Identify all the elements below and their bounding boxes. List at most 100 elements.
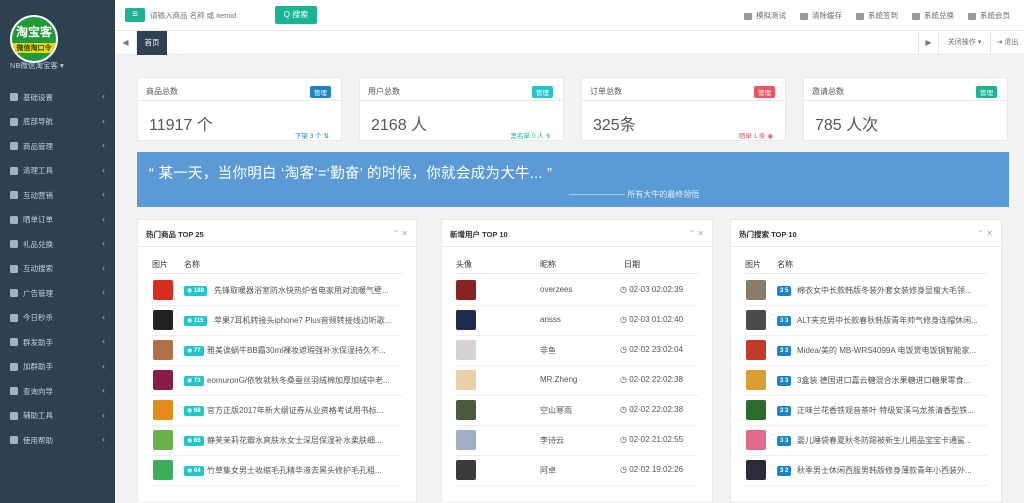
site-name-dropdown[interactable]: NB微信淘宝客 ▾ bbox=[10, 60, 64, 71]
product-name[interactable]: eomuronG/依牧就秋冬桑蚕丝羽绒棉加厚加绒中老... bbox=[207, 375, 404, 386]
user-nickname: MR.Zheng bbox=[540, 375, 578, 384]
stat-sub[interactable]: 下架 3 个 ⇅ bbox=[295, 130, 329, 140]
top-link[interactable]: 系统兑换 bbox=[912, 10, 954, 21]
search-input[interactable] bbox=[150, 8, 270, 22]
product-thumbnail[interactable] bbox=[153, 280, 173, 300]
table-row[interactable]: ◉ 115 苹果7耳机转接头iphone7 Plus音频转接线边听歌... bbox=[152, 306, 402, 336]
sidebar-item[interactable]: 清理工具 ‹ bbox=[0, 159, 115, 184]
logout-button[interactable]: ⇥ 退出 bbox=[990, 31, 1024, 55]
count-badge: ◉ 77 bbox=[184, 346, 204, 356]
product-thumbnail[interactable] bbox=[153, 430, 173, 450]
stat-sub[interactable]: 晒单 1 条 ◉ bbox=[739, 130, 773, 140]
collapse-icon[interactable]: ⌃ bbox=[977, 229, 984, 238]
manage-badge[interactable]: 管理 bbox=[532, 86, 553, 98]
table-row[interactable]: ◉ 73 eomuronG/依牧就秋冬桑蚕丝羽绒棉加厚加绒中老... bbox=[152, 366, 402, 396]
sidebar-item[interactable]: 互动搜索 ‹ bbox=[0, 257, 115, 282]
chevron-left-icon: ‹ bbox=[102, 91, 105, 101]
table-row[interactable]: 3 3 ALT夹克男中长款春秋韩版青年帅气修身连帽休闲... bbox=[745, 306, 987, 336]
search-name[interactable]: 正味兰花香铁观音茶叶 特级安溪乌龙茶清香型铁... bbox=[797, 405, 989, 416]
top-link[interactable]: 系统会员 bbox=[968, 10, 1010, 21]
menu-icon bbox=[10, 117, 18, 126]
product-name[interactable]: 雅美诶蜗牛BB霜30ml裸妆遮瑕强补水保湿持久不... bbox=[207, 345, 404, 356]
search-button[interactable]: Q 搜索 bbox=[275, 6, 317, 24]
product-thumbnail[interactable] bbox=[153, 460, 173, 480]
table-row[interactable]: ◉ 169 先锋取暖器浴室防水快热炉省电家用对流暖气壁... bbox=[152, 276, 402, 306]
product-thumbnail[interactable] bbox=[746, 340, 766, 360]
table-row[interactable]: 3 5 棉衣女中长款韩版冬装外套女装修身显瘦大毛领... bbox=[745, 276, 987, 306]
sidebar-item[interactable]: 查询向导 ‹ bbox=[0, 379, 115, 404]
product-name[interactable]: 苹果7耳机转接头iphone7 Plus音频转接线边听歌... bbox=[214, 315, 404, 326]
manage-badge[interactable]: 管理 bbox=[754, 86, 775, 98]
product-name[interactable]: 静芙茉莉花瓣水爽肤水女士深层保湿补水柔肤细... bbox=[207, 435, 404, 446]
product-thumbnail[interactable] bbox=[746, 370, 766, 390]
product-thumbnail[interactable] bbox=[153, 370, 173, 390]
stat-sub[interactable]: 黑名单 0 人 ↯ bbox=[511, 130, 551, 140]
tab-scroll-right-button[interactable]: ▶ bbox=[918, 31, 938, 55]
table-row[interactable]: 3 3 婴儿睡袋春夏秋冬防踢被新生儿用品宝宝卡通鲨... bbox=[745, 426, 987, 456]
sidebar-item[interactable]: 今日秒杀 ‹ bbox=[0, 306, 115, 331]
top-link[interactable]: 清除缓存 bbox=[800, 10, 842, 21]
menu-icon bbox=[10, 338, 18, 347]
sidebar-item[interactable]: 使用帮助 ‹ bbox=[0, 428, 115, 453]
sidebar-item[interactable]: 加群助手 ‹ bbox=[0, 355, 115, 380]
search-name[interactable]: Midea/美的 MB-WRS4099A 电饭煲电饭锅智能家... bbox=[797, 345, 989, 356]
table-row[interactable]: 3 2 秋季男士休闲西服男韩版修身薄款青年小西装外... bbox=[745, 456, 987, 486]
tab-home[interactable]: 首页 bbox=[137, 31, 167, 55]
sidebar-item[interactable]: 辅助工具 ‹ bbox=[0, 404, 115, 429]
stat-title: 商品总数 bbox=[146, 87, 178, 96]
table-row[interactable]: 3 3 Midea/美的 MB-WRS4099A 电饭煲电饭锅智能家... bbox=[745, 336, 987, 366]
sidebar-item[interactable]: 广告管理 ‹ bbox=[0, 281, 115, 306]
table-row[interactable]: 3 3 正味兰花香铁观音茶叶 特级安溪乌龙茶清香型铁... bbox=[745, 396, 987, 426]
menu-toggle-button[interactable]: ≡ bbox=[125, 8, 145, 22]
table-row: overzees ◷ 02-03 02:02:39 bbox=[456, 276, 698, 306]
top-link-label: 清除缓存 bbox=[812, 11, 842, 20]
product-thumbnail[interactable] bbox=[746, 310, 766, 330]
product-thumbnail[interactable] bbox=[746, 400, 766, 420]
table-row[interactable]: ◉ 77 雅美诶蜗牛BB霜30ml裸妆遮瑕强补水保湿持久不... bbox=[152, 336, 402, 366]
user-avatar bbox=[456, 310, 476, 330]
tab-scroll-left-button[interactable]: ◀ bbox=[115, 31, 137, 55]
sidebar-item[interactable]: 基础设置 ‹ bbox=[0, 85, 115, 110]
product-name[interactable]: 官方正版2017年新大纲证券从业资格考试用书标... bbox=[207, 405, 404, 416]
close-operations-dropdown[interactable]: 关闭操作 ▾ bbox=[938, 31, 990, 55]
panel-controls: ⌃ ✕ bbox=[977, 229, 993, 238]
product-thumbnail[interactable] bbox=[153, 310, 173, 330]
top-link[interactable]: 系统签到 bbox=[856, 10, 898, 21]
product-thumbnail[interactable] bbox=[746, 280, 766, 300]
close-icon[interactable]: ✕ bbox=[401, 229, 408, 238]
sidebar-item[interactable]: 互动营销 ‹ bbox=[0, 183, 115, 208]
product-thumbnail[interactable] bbox=[153, 340, 173, 360]
logo-main-text: 淘宝客 bbox=[15, 25, 52, 39]
collapse-icon[interactable]: ⌃ bbox=[392, 229, 399, 238]
search-name[interactable]: 3盒装 德国进口嘉云糖混合水果糖进口糖果零食... bbox=[797, 375, 989, 386]
sidebar-item[interactable]: 礼品兑换 ‹ bbox=[0, 232, 115, 257]
sidebar-nav: 基础设置 ‹ 底部导航 ‹ 商品管理 ‹ 清理工具 ‹ 互动营销 ‹ 晒单订单 ‹ 礼品兑换 ‹ 互动搜索 ‹… bbox=[0, 85, 115, 453]
chevron-left-icon: ‹ bbox=[102, 262, 105, 273]
search-name[interactable]: 秋季男士休闲西服男韩版修身薄款青年小西装外... bbox=[797, 465, 989, 476]
product-thumbnail[interactable] bbox=[746, 430, 766, 450]
product-thumbnail[interactable] bbox=[746, 460, 766, 480]
search-name[interactable]: ALT夹克男中长款春秋韩版青年帅气修身连帽休闲... bbox=[797, 315, 989, 326]
sidebar-item-label: 底部导航 bbox=[23, 117, 53, 127]
top-link[interactable]: 模拟测试 bbox=[744, 10, 786, 21]
product-thumbnail[interactable] bbox=[153, 400, 173, 420]
table-row[interactable]: ◉ 64 竹草集女男士收缩毛孔精华液去黑头修护毛孔粗... bbox=[152, 456, 402, 486]
search-name[interactable]: 棉衣女中长款韩版冬装外套女装修身显瘦大毛领... bbox=[797, 285, 989, 296]
sidebar-item[interactable]: 商品管理 ‹ bbox=[0, 134, 115, 159]
product-name[interactable]: 竹草集女男士收缩毛孔精华液去黑头修护毛孔粗... bbox=[207, 465, 404, 476]
manage-badge[interactable]: 管理 bbox=[976, 86, 997, 98]
close-icon[interactable]: ✕ bbox=[986, 229, 993, 238]
sidebar-item[interactable]: 群发助手 ‹ bbox=[0, 330, 115, 355]
table-row[interactable]: ◉ 65 静芙茉莉花瓣水爽肤水女士深层保湿补水柔肤细... bbox=[152, 426, 402, 456]
product-name[interactable]: 先锋取暖器浴室防水快热炉省电家用对流暖气壁... bbox=[214, 285, 404, 296]
manage-badge[interactable]: 管理 bbox=[310, 86, 331, 98]
close-icon[interactable]: ✕ bbox=[697, 229, 704, 238]
sidebar-item-label: 群发助手 bbox=[23, 337, 53, 347]
collapse-icon[interactable]: ⌃ bbox=[688, 229, 695, 238]
sidebar-item[interactable]: 晒单订单 ‹ bbox=[0, 208, 115, 233]
logo[interactable]: 淘宝客 微信淘口令 bbox=[10, 15, 58, 63]
sidebar-item[interactable]: 底部导航 ‹ bbox=[0, 110, 115, 135]
table-row[interactable]: 3 3 3盒装 德国进口嘉云糖混合水果糖进口糖果零食... bbox=[745, 366, 987, 396]
table-row[interactable]: ◉ 68 官方正版2017年新大纲证券从业资格考试用书标... bbox=[152, 396, 402, 426]
search-name[interactable]: 婴儿睡袋春夏秋冬防踢被新生儿用品宝宝卡通鲨... bbox=[797, 435, 989, 446]
